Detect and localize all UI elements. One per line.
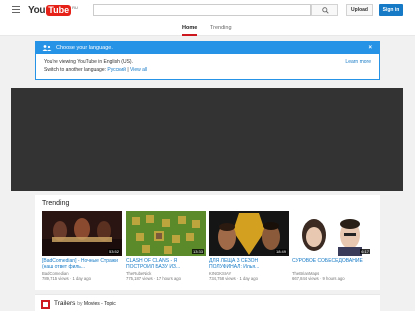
- tab-home[interactable]: Home: [182, 25, 198, 36]
- tab-trending[interactable]: Trending: [210, 25, 232, 36]
- language-switch-line: Switch to another language: Русский | Vi…: [44, 66, 379, 74]
- video-thumbnail[interactable]: 18:49: [209, 211, 289, 256]
- trailers-by-prefix: by: [77, 301, 83, 307]
- video-title[interactable]: СУРОВОЕ СОБЕСЕДОВАНИЕ: [292, 258, 372, 270]
- video-card[interactable]: 53:52 [BadComedian] - Ночные Стражи (наш…: [42, 211, 122, 281]
- video-meta: 789,715 views · 1 day ago: [42, 276, 91, 281]
- video-views: 789,715 views: [42, 276, 69, 281]
- video-duration: 53:52: [107, 249, 120, 254]
- youtube-logo[interactable]: You Tube RU: [28, 4, 78, 17]
- video-title[interactable]: ДЛЯ ЛЕЩА 3 СЕЗОН ПОЛУФИНАЛ: Илья...: [209, 258, 289, 270]
- trailers-channel-link[interactable]: Movies - Topic: [84, 301, 116, 307]
- video-views: 775,187 views: [126, 276, 153, 281]
- video-age: 17 hours ago: [156, 276, 181, 281]
- feed-tabs: Home Trending: [0, 21, 415, 36]
- channel-avatar-icon[interactable]: [41, 300, 50, 309]
- hamburger-menu-icon[interactable]: [12, 6, 20, 14]
- language-option-russian[interactable]: Русский: [107, 67, 126, 73]
- video-age: 9 hours ago: [322, 276, 345, 281]
- video-duration: 13:33: [191, 249, 204, 254]
- video-meta: 667,844 views · 9 hours ago: [292, 276, 345, 281]
- video-duration: 18:49: [274, 249, 287, 254]
- language-notice-title: Choose your language.: [56, 45, 113, 51]
- masthead: You Tube RU Upload Sign in: [0, 0, 415, 21]
- video-meta: 734,758 views · 1 day ago: [209, 276, 258, 281]
- sign-in-button[interactable]: Sign in: [379, 4, 403, 16]
- trailers-shelf-title[interactable]: Trailers: [54, 300, 75, 307]
- trailers-shelf: Trailers by Movies - Topic: [35, 294, 380, 311]
- search-icon: [322, 7, 329, 14]
- view-all-languages-link[interactable]: View all: [130, 67, 147, 73]
- trending-shelf-title[interactable]: Trending: [42, 200, 69, 207]
- language-separator: |: [127, 67, 129, 73]
- video-views: 734,758 views: [209, 276, 236, 281]
- trailers-shelf-byline: by Movies - Topic: [77, 301, 116, 307]
- search-input[interactable]: [93, 4, 311, 16]
- language-notice: Choose your language. × You're viewing Y…: [35, 41, 380, 80]
- logo-you-text: You: [28, 5, 46, 16]
- video-views: 667,844 views: [292, 276, 319, 281]
- video-thumbnail[interactable]: 13:33: [126, 211, 206, 256]
- video-card[interactable]: 13:33 CLASH OF CLANS - Я ПОСТРОИЛ БАЗУ И…: [126, 211, 206, 281]
- language-notice-body: You're viewing YouTube in English (US). …: [36, 54, 379, 74]
- search-button[interactable]: [311, 4, 338, 16]
- language-notice-header: Choose your language. ×: [36, 42, 379, 54]
- learn-more-link[interactable]: Learn more: [345, 58, 371, 66]
- video-card[interactable]: 6:17 СУРОВОЕ СОБЕСЕДОВАНИЕ TheBrianMaps …: [292, 211, 372, 281]
- video-player[interactable]: [11, 88, 403, 191]
- close-icon[interactable]: ×: [368, 42, 372, 54]
- language-current-text: You're viewing YouTube in English (US).: [44, 59, 133, 65]
- video-thumbnail[interactable]: 53:52: [42, 211, 122, 256]
- video-thumbnail[interactable]: 6:17: [292, 211, 372, 256]
- video-title[interactable]: CLASH OF CLANS - Я ПОСТРОИЛ БАЗУ ИЗ...: [126, 258, 206, 270]
- upload-button[interactable]: Upload: [346, 4, 373, 16]
- video-age: 1 day ago: [72, 276, 91, 281]
- video-title[interactable]: [BadComedian] - Ночные Стражи (наш ответ…: [42, 258, 122, 270]
- video-duration: 6:17: [360, 249, 370, 254]
- logo-tube-text: Tube: [46, 5, 72, 16]
- trending-shelf: Trending 53:52 [BadComedian] - Ночные Ст…: [35, 195, 380, 290]
- trailers-shelf-header: Trailers by Movies - Topic: [54, 300, 116, 307]
- video-meta: 775,187 views · 17 hours ago: [126, 276, 181, 281]
- people-icon: [42, 45, 52, 51]
- language-switch-label: Switch to another language:: [44, 67, 106, 73]
- video-age: 1 day ago: [239, 276, 258, 281]
- logo-region-text: RU: [72, 5, 78, 10]
- video-card[interactable]: 18:49 ДЛЯ ЛЕЩА 3 СЕЗОН ПОЛУФИНАЛ: Илья..…: [209, 211, 289, 281]
